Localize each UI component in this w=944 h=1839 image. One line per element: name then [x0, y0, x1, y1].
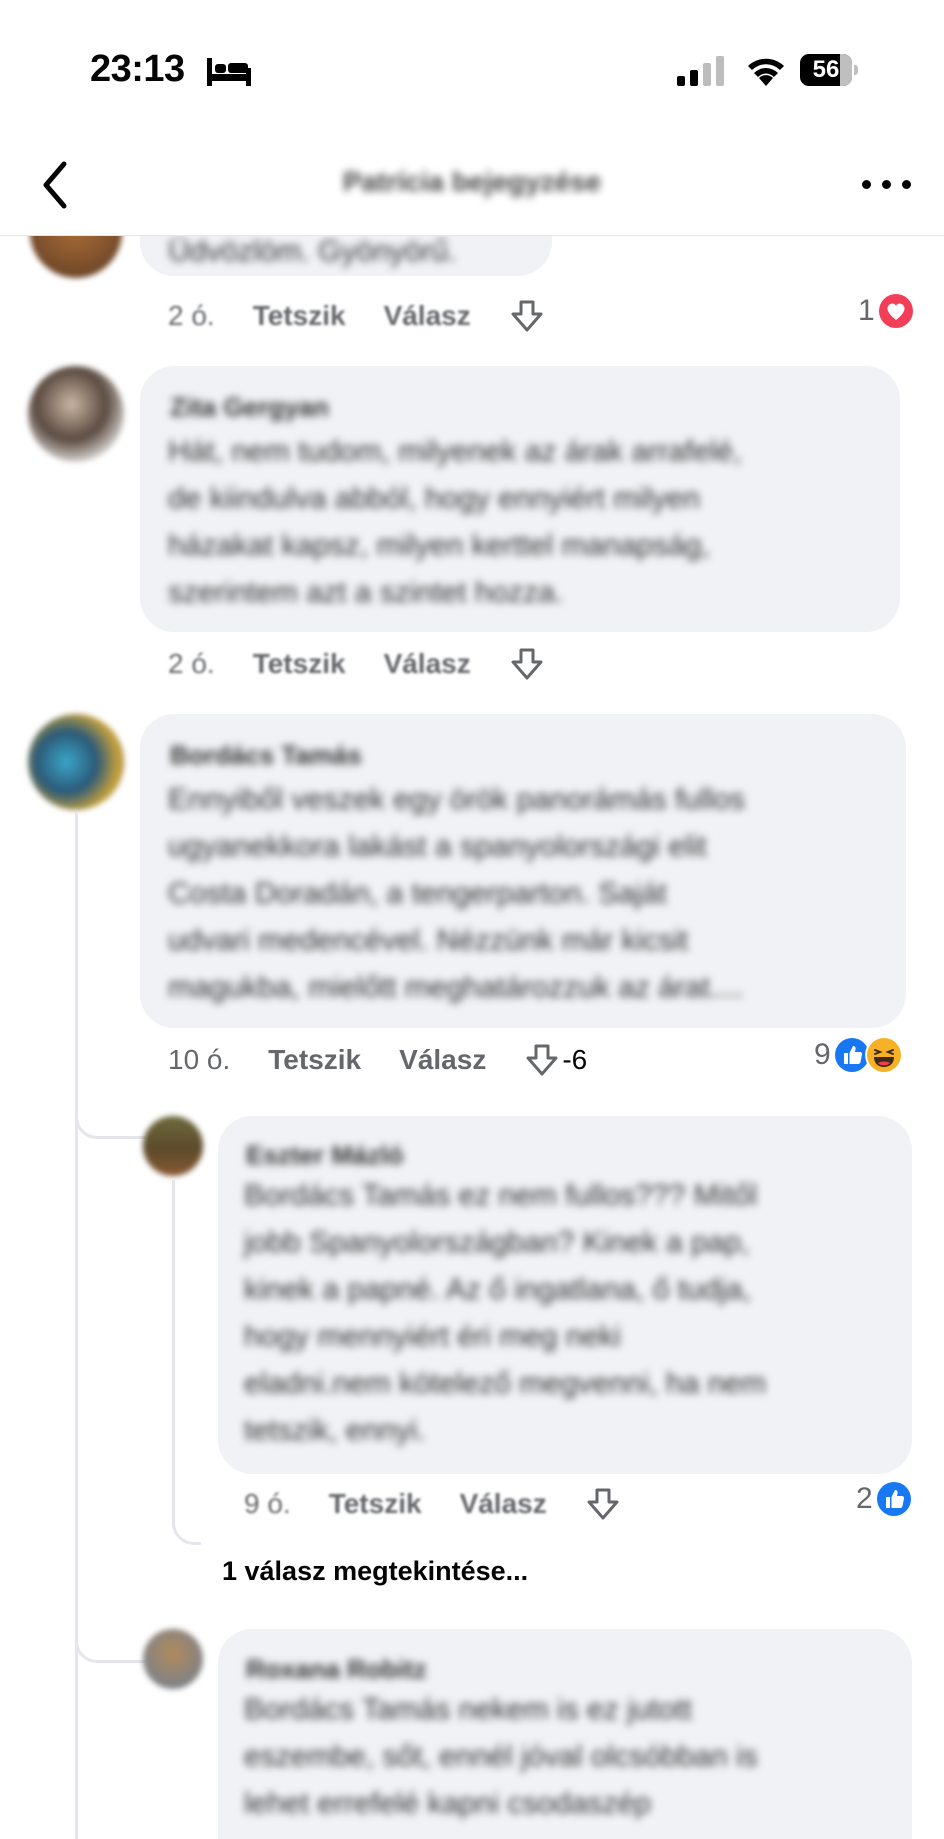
thread-connector [172, 1180, 175, 1500]
comment-time: 10 ó. [168, 1044, 231, 1075]
reply-actions: 9 ó. Tetszik Válasz [244, 1486, 621, 1522]
reaction-summary[interactable]: 9 [814, 1036, 903, 1074]
like-button[interactable]: Tetszik [253, 648, 346, 680]
comment-time: 2 ó. [168, 648, 215, 679]
comments-list[interactable]: Üdvözlöm. Gyönyörű. 2 ó. Tetszik Válasz … [0, 236, 944, 1839]
reaction-count: 1 [858, 294, 875, 327]
reaction-summary[interactable]: 1 [858, 292, 915, 330]
downvote-arrow-icon[interactable] [585, 1486, 621, 1522]
sleep-focus-icon [207, 58, 251, 86]
status-time: 23:13 [90, 48, 185, 90]
comment-text: Üdvözlöm. Gyönyörű. [168, 236, 457, 268]
view-replies-link[interactable]: 1 válasz megtekintése... [222, 1556, 528, 1587]
wifi-icon [748, 58, 784, 86]
downvote-arrow-icon[interactable] [509, 298, 545, 334]
more-options-icon[interactable] [862, 168, 912, 198]
reply-connector [75, 1108, 146, 1139]
downvote-arrow-icon[interactable] [509, 646, 545, 682]
reaction-count: 9 [814, 1038, 831, 1071]
comment-actions: 2 ó. Tetszik Válasz [168, 646, 545, 682]
comment-author[interactable]: Zita Gergyan [170, 392, 329, 423]
like-button[interactable]: Tetszik [253, 300, 346, 332]
like-button[interactable]: Tetszik [329, 1488, 422, 1520]
avatar[interactable] [28, 714, 124, 810]
reply-author[interactable]: Eszter Mázló [246, 1140, 404, 1171]
battery-percent: 56 [812, 56, 840, 83]
like-button[interactable]: Tetszik [268, 1044, 361, 1076]
reply-connector [75, 1632, 146, 1663]
reply-text: Bordács Tamás ez nem fullos??? Mitől job… [244, 1179, 766, 1447]
comment-text: Ennyiből veszek egy örök panorámás fullo… [168, 783, 745, 1004]
avatar[interactable] [28, 366, 124, 462]
avatar[interactable] [30, 236, 122, 278]
comment-text: Hát, nem tudom, milyenek az árak arrafel… [168, 435, 742, 609]
haha-icon [864, 1036, 903, 1074]
top-nav-bar: Patrícia bejegyzése [0, 140, 944, 236]
reply-connector [172, 1500, 201, 1545]
reply-button[interactable]: Válasz [384, 648, 471, 680]
cellular-signal-icon [677, 56, 724, 86]
reply-button[interactable]: Válasz [384, 300, 471, 332]
reply-time: 9 ó. [244, 1488, 291, 1519]
battery-indicator: 56 [800, 54, 860, 86]
reply-author[interactable]: Roxana Robitz [246, 1654, 427, 1685]
reaction-count: 2 [856, 1482, 873, 1515]
reply-button[interactable]: Válasz [399, 1044, 486, 1076]
reaction-summary[interactable]: 2 [856, 1480, 913, 1518]
page-title: Patrícia bejegyzése [342, 166, 602, 197]
status-bar: 23:13 56 [0, 0, 944, 140]
comment-time: 2 ó. [168, 300, 215, 331]
downvote-arrow-icon[interactable] [524, 1042, 560, 1078]
comment-actions: 10 ó. Tetszik Válasz -6 [168, 1042, 587, 1078]
thread-connector [75, 812, 78, 1839]
avatar[interactable] [143, 1629, 203, 1689]
comment-actions: 2 ó. Tetszik Válasz [168, 298, 545, 334]
reply-text: Bordács Tamás nekem is ez jutott eszembe… [244, 1693, 758, 1820]
comment-author[interactable]: Bordács Tamás [170, 740, 362, 771]
reply-button[interactable]: Válasz [460, 1488, 547, 1520]
vote-count: -6 [562, 1044, 588, 1075]
love-icon [876, 292, 915, 330]
avatar[interactable] [143, 1116, 203, 1176]
like-icon [874, 1480, 913, 1518]
